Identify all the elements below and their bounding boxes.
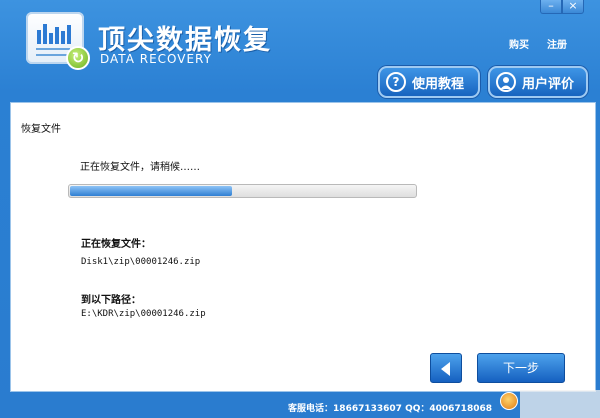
- tutorial-button-label: 使用教程: [412, 76, 465, 92]
- current-file-path: Disk1\zip\00001246.zip: [81, 257, 201, 267]
- back-button[interactable]: [430, 353, 462, 383]
- tutorial-button[interactable]: ? 使用教程: [378, 66, 480, 98]
- logo-lines: [36, 48, 70, 56]
- minimize-button[interactable]: –: [540, 0, 562, 14]
- destination-path: E:\KDR\zip\00001246.zip: [81, 309, 206, 319]
- progress-fill: [70, 186, 232, 196]
- status-text: 正在恢复文件，请稍候……: [80, 162, 200, 173]
- progress-bar: [68, 184, 417, 198]
- close-button[interactable]: ×: [562, 0, 584, 14]
- content-panel: 恢复文件 正在恢复文件，请稍候…… 正在恢复文件： Disk1\zip\0000…: [10, 102, 596, 392]
- register-link[interactable]: 注册: [547, 36, 567, 51]
- refresh-badge-icon: ↻: [66, 46, 90, 70]
- help-icon: ?: [386, 72, 406, 92]
- bar-chart-icon: [37, 24, 71, 44]
- section-title: 恢复文件: [21, 124, 61, 135]
- user-review-icon: [496, 72, 516, 92]
- destination-label: 到以下路径：: [81, 295, 141, 306]
- buy-link[interactable]: 购买: [509, 36, 529, 51]
- current-file-label: 正在恢复文件：: [81, 239, 151, 250]
- watermark-overlay: [520, 390, 600, 418]
- next-button[interactable]: 下一步: [477, 353, 565, 383]
- app-window: ↻ 顶尖数据恢复 DATA RECOVERY – × 购买 注册 ? 使用教程 …: [0, 0, 600, 418]
- arrow-left-icon: [441, 362, 450, 376]
- brand-subtitle: DATA RECOVERY: [100, 52, 212, 66]
- contact-info: 客服电话：18667133607 QQ：4006718068: [288, 404, 492, 414]
- review-button-label: 用户评价: [522, 76, 575, 92]
- app-logo: ↻: [26, 12, 90, 70]
- chat-icon[interactable]: [500, 392, 518, 410]
- review-button[interactable]: 用户评价: [488, 66, 588, 98]
